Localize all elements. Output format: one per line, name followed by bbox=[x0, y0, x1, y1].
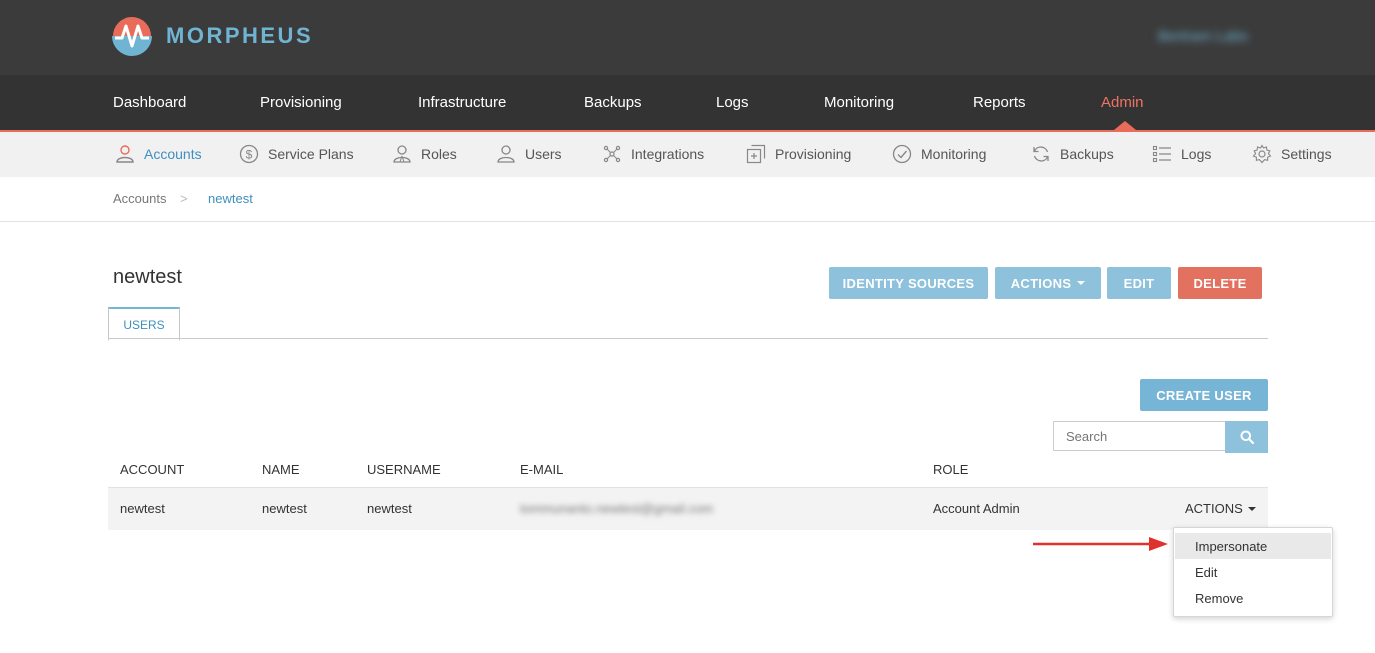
subnav-monitoring[interactable]: Monitoring bbox=[892, 144, 986, 164]
cell-name: newtest bbox=[262, 501, 307, 516]
cell-account: newtest bbox=[120, 501, 165, 516]
column-header-username: USERNAME bbox=[367, 462, 441, 477]
cell-email: tommunanto.newtest@gmail.com bbox=[520, 501, 714, 516]
cell-username: newtest bbox=[367, 501, 412, 516]
breadcrumb-accounts[interactable]: Accounts bbox=[113, 191, 166, 206]
row-actions-menu: Impersonate Edit Remove bbox=[1173, 527, 1333, 617]
nav-monitoring[interactable]: Monitoring bbox=[824, 94, 894, 111]
edit-account-button[interactable]: EDIT bbox=[1107, 267, 1171, 299]
subnav-users-label: Users bbox=[525, 146, 562, 162]
subnav-roles[interactable]: Roles bbox=[392, 144, 457, 164]
subnav-provisioning-label: Provisioning bbox=[775, 146, 852, 162]
subnav-service-plans[interactable]: $ Service Plans bbox=[239, 144, 354, 164]
subnav-roles-label: Roles bbox=[421, 146, 457, 162]
caret-down-icon bbox=[1247, 506, 1256, 511]
subnav-backups[interactable]: Backups bbox=[1031, 144, 1114, 164]
subnav-integrations-label: Integrations bbox=[631, 146, 705, 162]
logo-mark-icon bbox=[112, 17, 152, 56]
menu-item-remove[interactable]: Remove bbox=[1175, 585, 1331, 611]
nav-infrastructure[interactable]: Infrastructure bbox=[418, 94, 506, 111]
user-icon bbox=[497, 145, 515, 163]
delete-account-button[interactable]: DELETE bbox=[1178, 267, 1262, 299]
active-nav-indicator bbox=[1114, 121, 1136, 130]
subnav-settings-label: Settings bbox=[1281, 146, 1332, 162]
list-icon bbox=[1152, 145, 1171, 163]
account-actions-label: ACTIONS bbox=[1010, 275, 1072, 291]
column-header-role: ROLE bbox=[933, 462, 969, 477]
morpheus-logo[interactable]: MORPHEUS bbox=[112, 16, 313, 56]
subnav-service-plans-label: Service Plans bbox=[268, 146, 354, 162]
logo-text: MORPHEUS bbox=[166, 23, 314, 48]
main-nav: Dashboard Provisioning Infrastructure Ba… bbox=[0, 75, 1375, 132]
account-actions-button[interactable]: ACTIONS bbox=[995, 267, 1101, 299]
provisioning-icon bbox=[746, 144, 766, 164]
subnav-monitoring-label: Monitoring bbox=[921, 146, 987, 162]
tab-users[interactable]: USERS bbox=[108, 307, 180, 341]
menu-item-edit[interactable]: Edit bbox=[1175, 559, 1331, 585]
top-bar: MORPHEUS Bertram Labs bbox=[0, 0, 1375, 75]
search-button[interactable] bbox=[1225, 421, 1268, 453]
identity-sources-button[interactable]: IDENTITY SOURCES bbox=[829, 267, 988, 299]
page-title: newtest bbox=[113, 266, 182, 288]
breadcrumb-current: newtest bbox=[208, 191, 253, 206]
column-header-email: E-MAIL bbox=[520, 462, 564, 477]
tab-divider bbox=[108, 338, 1268, 339]
cell-role: Account Admin bbox=[933, 501, 1020, 516]
breadcrumb-separator: > bbox=[180, 191, 188, 206]
column-header-account: ACCOUNT bbox=[120, 462, 185, 477]
user-accounts-icon bbox=[116, 145, 134, 163]
nav-admin[interactable]: Admin bbox=[1101, 94, 1144, 111]
subnav-accounts[interactable]: Accounts bbox=[115, 144, 202, 164]
nav-dashboard[interactable]: Dashboard bbox=[113, 94, 186, 111]
nav-backups[interactable]: Backups bbox=[584, 94, 642, 111]
subnav-settings[interactable]: Settings bbox=[1252, 144, 1332, 164]
subnav-provisioning[interactable]: Provisioning bbox=[746, 144, 851, 164]
menu-item-impersonate[interactable]: Impersonate bbox=[1175, 533, 1331, 559]
subnav-logs[interactable]: Logs bbox=[1152, 144, 1211, 164]
subnav-integrations[interactable]: Integrations bbox=[602, 144, 704, 164]
search-input[interactable] bbox=[1053, 421, 1225, 451]
row-actions-label: ACTIONS bbox=[1185, 501, 1243, 516]
integrations-icon bbox=[603, 145, 621, 163]
column-header-name: NAME bbox=[262, 462, 300, 477]
annotation-arrow-icon bbox=[1033, 537, 1168, 551]
gear-icon bbox=[1252, 144, 1272, 164]
nav-reports[interactable]: Reports bbox=[973, 94, 1026, 111]
nav-logs[interactable]: Logs bbox=[716, 94, 749, 111]
admin-sub-nav: Accounts $ Service Plans Roles Users Int… bbox=[0, 132, 1375, 177]
subnav-accounts-label: Accounts bbox=[144, 146, 202, 162]
row-actions-button[interactable]: ACTIONS bbox=[1185, 501, 1256, 516]
breadcrumb: Accounts > newtest bbox=[0, 177, 1375, 222]
search-icon bbox=[1240, 430, 1254, 444]
refresh-icon bbox=[1033, 146, 1049, 162]
create-user-button[interactable]: CREATE USER bbox=[1140, 379, 1268, 411]
svg-text:$: $ bbox=[246, 148, 253, 162]
nav-provisioning[interactable]: Provisioning bbox=[260, 94, 342, 111]
subnav-logs-label: Logs bbox=[1181, 146, 1212, 162]
user-menu[interactable]: Bertram Labs bbox=[1158, 28, 1248, 45]
subnav-users[interactable]: Users bbox=[496, 144, 562, 164]
check-circle-icon bbox=[892, 144, 912, 164]
dollar-icon: $ bbox=[239, 144, 259, 164]
caret-down-icon bbox=[1077, 281, 1086, 285]
roles-icon bbox=[393, 145, 411, 163]
subnav-backups-label: Backups bbox=[1060, 146, 1114, 162]
